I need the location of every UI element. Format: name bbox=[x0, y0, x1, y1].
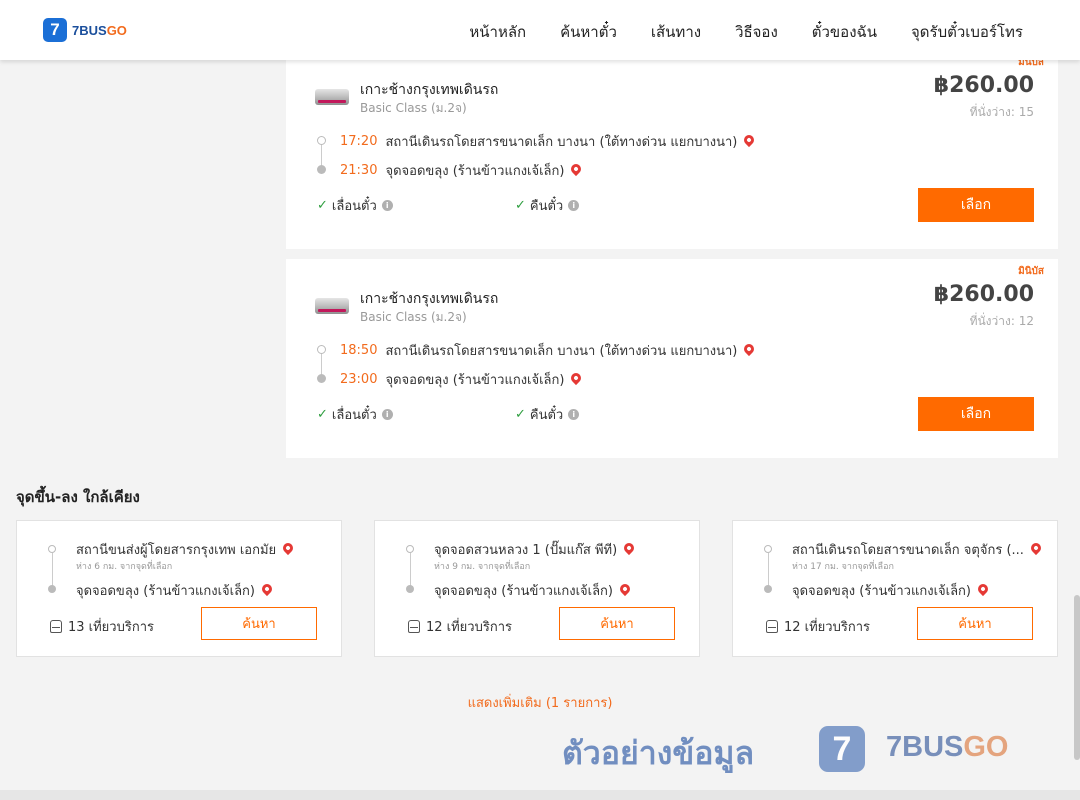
nearby-section-title: จุดขึ้น-ลง ใกล้เคียง bbox=[16, 488, 140, 506]
to-dot bbox=[764, 585, 772, 593]
nearby-from: สถานีเดินรถโดยสารขนาดเล็ก จตุจักร (... bbox=[792, 539, 1044, 560]
nearby-trip-count: 13 เที่ยวบริการ bbox=[50, 616, 154, 637]
info-icon[interactable]: i bbox=[568, 409, 580, 420]
depart-time: 17:20 bbox=[340, 134, 378, 149]
from-dot bbox=[406, 545, 414, 553]
nearby-card: สถานีเดินรถโดยสารขนาดเล็ก จตุจักร (... ห… bbox=[732, 520, 1058, 657]
vehicle-type-badge: มินิบัส bbox=[1018, 266, 1044, 277]
watermark-text: ตัวอย่างข้อมูล bbox=[562, 734, 755, 772]
nearby-search-button[interactable]: ค้นหา bbox=[917, 607, 1033, 640]
from-dot bbox=[764, 545, 772, 553]
to-dot bbox=[48, 585, 56, 593]
bus-logo-icon bbox=[315, 298, 349, 314]
service-class: Basic Class (ม.2จ) bbox=[360, 101, 467, 115]
from-dot bbox=[48, 545, 56, 553]
nearby-distance: ห่าง 6 กม. จากจุดที่เลือก bbox=[76, 562, 173, 572]
nav-how-to-book[interactable]: วิธีจอง bbox=[735, 20, 778, 44]
seats-available: ที่นั่งว่าง: 15 bbox=[969, 105, 1034, 119]
arrive-dot bbox=[317, 374, 326, 383]
nav-my-tickets[interactable]: ตั๋วของฉัน bbox=[812, 20, 877, 44]
select-trip-button[interactable]: เลือก bbox=[918, 397, 1034, 431]
pin-icon[interactable] bbox=[622, 540, 637, 555]
operator-name: เกาะช้างกรุงเทพเดินรถ bbox=[360, 291, 499, 307]
watermark-brand: 7BUSGO bbox=[886, 731, 1009, 763]
arrive-dot bbox=[317, 165, 326, 174]
logo-text: 7BUSGO bbox=[72, 22, 127, 38]
select-trip-button[interactable]: เลือก bbox=[918, 188, 1034, 222]
nearby-distance: ห่าง 17 กม. จากจุดที่เลือก bbox=[792, 562, 894, 572]
main-nav: หน้าหลัก ค้นหาตั๋ว เส้นทาง วิธีจอง ตั๋วข… bbox=[435, 20, 1023, 44]
nearby-trip-count: 12 เที่ยวบริการ bbox=[408, 616, 512, 637]
feature-refund-ticket: ✓ คืนตั๋ว i bbox=[515, 195, 580, 216]
depart-stop: 17:20 สถานีเดินรถโดยสารขนาดเล็ก บางนา (ใ… bbox=[340, 131, 757, 152]
feature-change-ticket: ✓ เลื่อนตั๋ว i bbox=[317, 195, 393, 216]
nav-routes[interactable]: เส้นทาง bbox=[651, 20, 701, 44]
check-icon: ✓ bbox=[317, 407, 328, 422]
depart-dot bbox=[317, 136, 326, 145]
nearby-to: จุดจอดขลุง (ร้านข้าวแกงเจ้เล็ก) bbox=[434, 580, 633, 601]
feature-change-ticket: ✓ เลื่อนตั๋ว i bbox=[317, 404, 393, 425]
check-icon: ✓ bbox=[515, 198, 526, 213]
depart-place: สถานีเดินรถโดยสารขนาดเล็ก บางนา (ใต้ทางด… bbox=[385, 344, 738, 359]
depart-dot bbox=[317, 345, 326, 354]
pin-icon[interactable] bbox=[1028, 540, 1044, 555]
show-more-link[interactable]: แสดงเพิ่มเติม (1 รายการ) bbox=[0, 692, 1080, 713]
seats-available: ที่นั่งว่าง: 12 bbox=[969, 314, 1034, 328]
logo-mark-icon: 7 bbox=[43, 18, 67, 42]
arrive-place: จุดจอดขลุง (ร้านข้าวแกงเจ้เล็ก) bbox=[385, 373, 565, 388]
arrive-time: 23:00 bbox=[340, 372, 378, 387]
pin-icon[interactable] bbox=[259, 581, 275, 596]
trip-card: มินิบัส เกาะช้างกรุงเทพเดินรถ Basic Clas… bbox=[286, 259, 1058, 458]
pin-icon[interactable] bbox=[569, 161, 584, 176]
pin-icon[interactable] bbox=[281, 540, 296, 555]
feature-refund-ticket: ✓ คืนตั๋ว i bbox=[515, 404, 580, 425]
depart-stop: 18:50 สถานีเดินรถโดยสารขนาดเล็ก บางนา (ใ… bbox=[340, 340, 757, 361]
nearby-card: จุดจอดสวนหลวง 1 (ปั๊มแก๊ส พีที) ห่าง 9 ก… bbox=[374, 520, 700, 657]
page-scrollbar[interactable] bbox=[1074, 595, 1080, 760]
nearby-from: จุดจอดสวนหลวง 1 (ปั๊มแก๊ส พีที) bbox=[434, 539, 637, 560]
nav-ticket-points[interactable]: จุดรับตั๋วเบอร์โทร bbox=[911, 20, 1023, 44]
depart-time: 18:50 bbox=[340, 343, 378, 358]
nav-search-tickets[interactable]: ค้นหาตั๋ว bbox=[560, 20, 617, 44]
trip-card: มินิบัส เกาะช้างกรุงเทพเดินรถ Basic Clas… bbox=[286, 40, 1058, 249]
watermark-logo-icon: 7 bbox=[819, 726, 865, 772]
check-icon: ✓ bbox=[317, 198, 328, 213]
bus-icon bbox=[50, 620, 62, 633]
depart-place: สถานีเดินรถโดยสารขนาดเล็ก บางนา (ใต้ทางด… bbox=[385, 135, 738, 150]
pin-icon[interactable] bbox=[569, 370, 584, 385]
bus-logo-icon bbox=[315, 89, 349, 105]
trip-price: ฿260.00 bbox=[933, 73, 1034, 98]
pin-icon[interactable] bbox=[617, 581, 633, 596]
nearby-to: จุดจอดขลุง (ร้านข้าวแกงเจ้เล็ก) bbox=[792, 580, 991, 601]
operator-name: เกาะช้างกรุงเทพเดินรถ bbox=[360, 82, 499, 98]
pin-icon[interactable] bbox=[975, 581, 991, 596]
nearby-search-button[interactable]: ค้นหา bbox=[559, 607, 675, 640]
site-logo[interactable]: 7 7BUSGO bbox=[43, 18, 127, 42]
info-icon[interactable]: i bbox=[381, 409, 393, 420]
top-header: 7 7BUSGO หน้าหลัก ค้นหาตั๋ว เส้นทาง วิธี… bbox=[0, 0, 1080, 60]
to-dot bbox=[406, 585, 414, 593]
nav-home[interactable]: หน้าหลัก bbox=[469, 20, 526, 44]
bus-icon bbox=[766, 620, 778, 633]
arrive-stop: 23:00 จุดจอดขลุง (ร้านข้าวแกงเจ้เล็ก) bbox=[340, 369, 584, 390]
pin-icon[interactable] bbox=[742, 341, 757, 356]
service-class: Basic Class (ม.2จ) bbox=[360, 310, 467, 324]
info-icon[interactable]: i bbox=[381, 200, 393, 211]
nearby-trip-count: 12 เที่ยวบริการ bbox=[766, 616, 870, 637]
check-icon: ✓ bbox=[515, 407, 526, 422]
bus-icon bbox=[408, 620, 420, 633]
pin-icon[interactable] bbox=[742, 132, 757, 147]
nearby-from: สถานีขนส่งผู้โดยสารกรุงเทพ เอกมัย bbox=[76, 539, 296, 560]
arrive-time: 21:30 bbox=[340, 163, 378, 178]
info-icon[interactable]: i bbox=[568, 200, 580, 211]
nearby-distance: ห่าง 9 กม. จากจุดที่เลือก bbox=[434, 562, 531, 572]
nearby-search-button[interactable]: ค้นหา bbox=[201, 607, 317, 640]
footer-band bbox=[0, 790, 1080, 800]
nearby-to: จุดจอดขลุง (ร้านข้าวแกงเจ้เล็ก) bbox=[76, 580, 275, 601]
arrive-stop: 21:30 จุดจอดขลุง (ร้านข้าวแกงเจ้เล็ก) bbox=[340, 160, 584, 181]
trip-price: ฿260.00 bbox=[933, 282, 1034, 307]
nearby-card: สถานีขนส่งผู้โดยสารกรุงเทพ เอกมัย ห่าง 6… bbox=[16, 520, 342, 657]
arrive-place: จุดจอดขลุง (ร้านข้าวแกงเจ้เล็ก) bbox=[385, 164, 565, 179]
